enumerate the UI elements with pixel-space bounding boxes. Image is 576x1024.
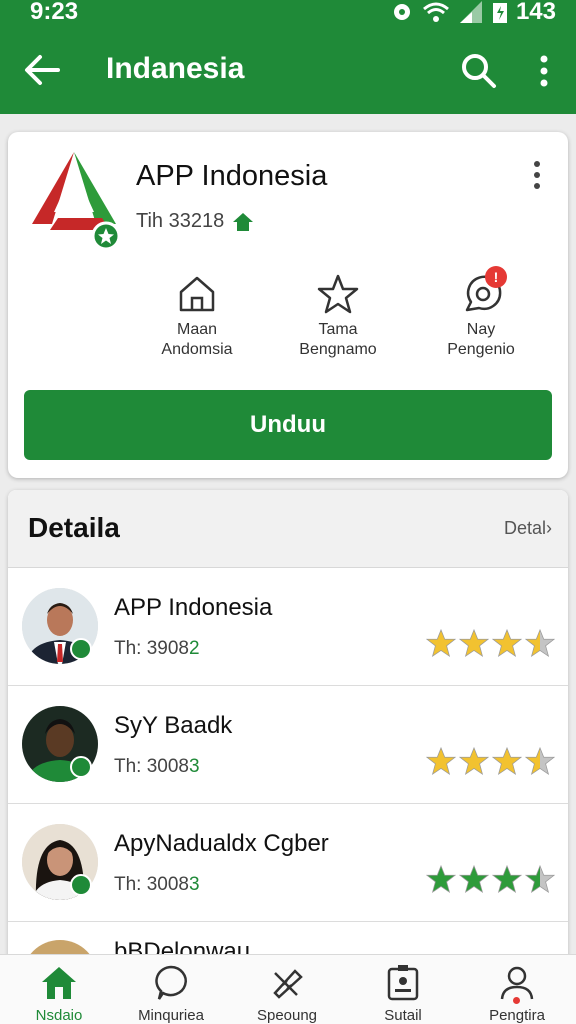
row-subtitle: Th: 30083 bbox=[114, 874, 200, 896]
action-message-line1: Nay bbox=[466, 321, 496, 338]
card-more-icon[interactable] bbox=[524, 158, 550, 192]
action-message[interactable]: ! Nay Pengenio bbox=[406, 266, 556, 360]
nav-profile-label: Pengtira bbox=[489, 1007, 545, 1024]
app-summary-card: APP Indonesia Tih 33218 Maan Andomsia Ta… bbox=[8, 132, 568, 478]
star-icon bbox=[492, 628, 522, 657]
star-icon bbox=[525, 864, 555, 893]
app-header: 9:23 143 Indanesia bbox=[0, 0, 576, 114]
row-subtitle-text: Th: 3008 bbox=[114, 874, 189, 895]
rating-stars bbox=[426, 746, 555, 776]
details-header: Detaila Detal› bbox=[8, 490, 568, 568]
verified-badge bbox=[70, 638, 92, 660]
nav-device-label: Sutail bbox=[384, 1007, 422, 1024]
list-item[interactable]: ApyNadualdx Cgber Th: 30083 bbox=[8, 804, 568, 922]
star-icon bbox=[426, 746, 456, 775]
app-name: APP Indonesia bbox=[136, 160, 328, 192]
star-icon bbox=[492, 864, 522, 893]
details-panel: Detaila Detal› APP Indonesia Th: 39082 S… bbox=[8, 490, 568, 960]
row-subtitle-text: Th: 3008 bbox=[114, 756, 189, 777]
star-icon bbox=[525, 746, 555, 775]
signal-icon bbox=[459, 1, 482, 23]
tools-icon bbox=[273, 969, 303, 999]
status-bar: 9:23 143 bbox=[0, 0, 576, 26]
action-home[interactable]: Maan Andomsia bbox=[122, 272, 272, 360]
star-icon bbox=[426, 628, 456, 657]
row-subtitle: Th: 30083 bbox=[114, 756, 200, 778]
verified-badge bbox=[70, 874, 92, 896]
nav-device[interactable]: Sutail bbox=[348, 963, 458, 1024]
status-time: 9:23 bbox=[30, 0, 79, 25]
row-subtitle-accent: 3 bbox=[189, 874, 200, 895]
app-subtitle-text: Tih 33218 bbox=[136, 210, 225, 232]
star-icon bbox=[525, 628, 555, 657]
rating-stars bbox=[426, 864, 555, 894]
list-item[interactable]: SyY Baadk Th: 30083 bbox=[8, 686, 568, 804]
nav-tools[interactable]: Speoung bbox=[232, 963, 342, 1024]
chat-bubble-icon bbox=[155, 965, 187, 1000]
action-message-line2: Pengenio bbox=[447, 341, 515, 358]
action-rate[interactable]: Tama Bengnamo bbox=[263, 272, 413, 360]
status-icons: 143 bbox=[390, 0, 556, 26]
verified-home-icon bbox=[233, 212, 254, 231]
nav-messages-label: Minquriea bbox=[138, 1007, 204, 1024]
more-vert-icon[interactable] bbox=[528, 52, 560, 90]
nav-home[interactable]: Nsdaio bbox=[4, 963, 114, 1024]
star-icon bbox=[317, 274, 359, 314]
action-home-line1: Maan bbox=[176, 321, 218, 338]
page-title: Indanesia bbox=[106, 52, 245, 85]
nav-profile[interactable]: Pengtira bbox=[462, 963, 572, 1024]
nav-tools-label: Speoung bbox=[256, 1007, 318, 1024]
list-item[interactable]: APP Indonesia Th: 39082 bbox=[8, 568, 568, 686]
device-icon bbox=[387, 965, 419, 1001]
row-subtitle-accent: 2 bbox=[189, 638, 200, 659]
app-actions: Maan Andomsia Tama Bengnamo ! Nay Pengen… bbox=[8, 266, 568, 372]
star-icon bbox=[459, 746, 489, 775]
row-name: APP Indonesia bbox=[114, 594, 273, 621]
rating-stars bbox=[426, 628, 555, 658]
app-subtitle: Tih 33218 bbox=[136, 210, 254, 233]
search-icon[interactable] bbox=[460, 52, 498, 90]
battery-level: 143 bbox=[515, 0, 556, 25]
star-icon bbox=[426, 864, 456, 893]
wifi-icon bbox=[422, 2, 449, 22]
details-title: Detaila bbox=[28, 512, 120, 543]
notification-badge: ! bbox=[485, 266, 507, 288]
app-logo bbox=[32, 152, 121, 250]
nav-home-label: Nsdaio bbox=[35, 1007, 83, 1024]
row-subtitle-text: Th: 3908 bbox=[114, 638, 189, 659]
star-icon bbox=[459, 864, 489, 893]
bottom-navigation: Nsdaio Minquriea Speoung Sutail Pengtira bbox=[0, 954, 576, 1024]
notification-dot bbox=[513, 997, 520, 1004]
row-subtitle-accent: 3 bbox=[189, 756, 200, 777]
home-icon bbox=[179, 276, 215, 312]
action-home-line2: Andomsia bbox=[161, 341, 233, 358]
star-icon bbox=[459, 628, 489, 657]
nav-messages[interactable]: Minquriea bbox=[116, 963, 226, 1024]
download-button[interactable]: Unduu bbox=[24, 390, 552, 460]
row-subtitle: Th: 39082 bbox=[114, 638, 200, 660]
details-more-link[interactable]: Detal› bbox=[504, 518, 552, 539]
star-icon bbox=[492, 746, 522, 775]
row-name: ApyNadualdx Cgber bbox=[114, 830, 329, 857]
battery-icon bbox=[492, 3, 507, 23]
home-icon bbox=[42, 967, 76, 999]
settings-status-icon bbox=[393, 4, 410, 20]
back-arrow-icon[interactable] bbox=[22, 52, 62, 88]
verified-badge bbox=[70, 756, 92, 778]
action-rate-line2: Bengnamo bbox=[299, 341, 377, 358]
row-name: SyY Baadk bbox=[114, 712, 233, 739]
action-rate-line1: Tama bbox=[318, 321, 358, 338]
